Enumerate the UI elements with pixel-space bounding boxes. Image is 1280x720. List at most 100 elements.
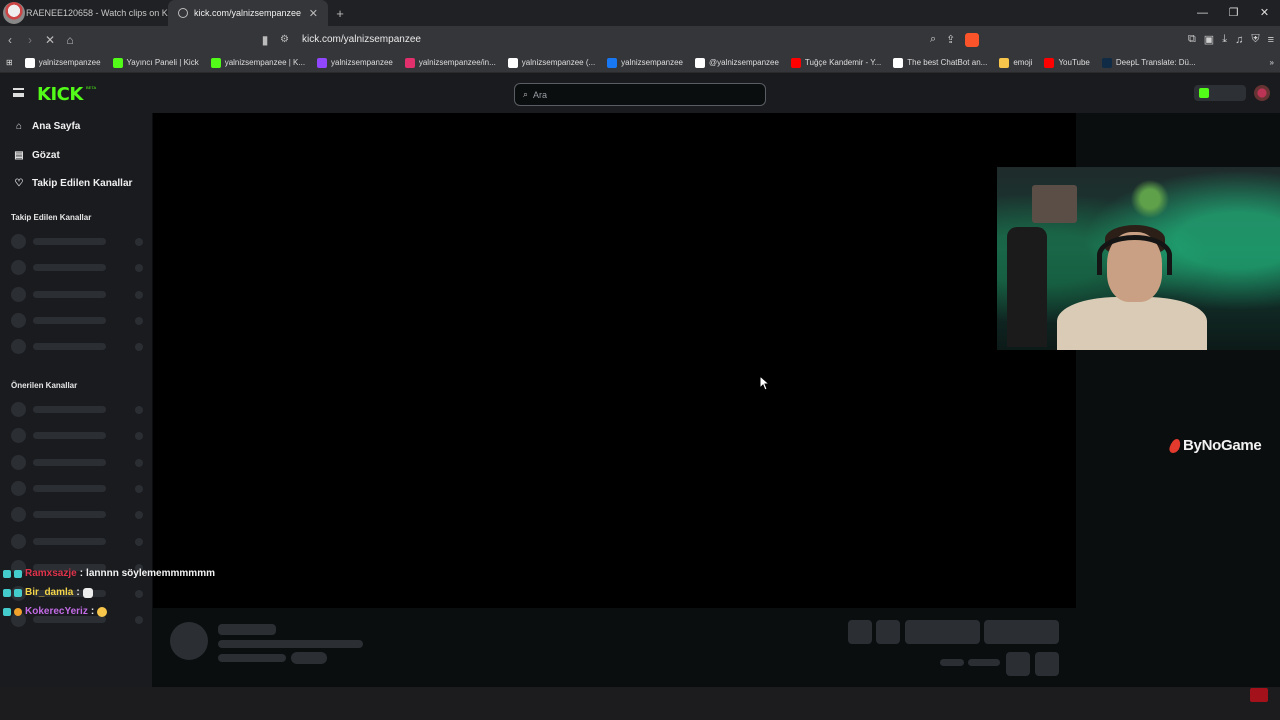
channel-skeleton-row: [11, 312, 143, 328]
channel-avatar-skeleton: [170, 622, 208, 660]
bookmark-item[interactable]: The best ChatBot an...: [887, 57, 993, 68]
chat-username: Ramxsazje: [25, 568, 77, 579]
chatbot-icon: [893, 57, 904, 68]
window-controls: — ❐ ✕: [1187, 0, 1280, 26]
chat-badge-icon: [3, 607, 11, 616]
chat-text: lannnn söylememmmmmm: [86, 568, 215, 579]
shelf: [1032, 185, 1077, 223]
nav-browse[interactable]: ▤ Gözat: [14, 150, 60, 161]
bookmark-item[interactable]: yalnizsempanzee (...: [502, 57, 601, 68]
forward-icon[interactable]: ›: [20, 33, 40, 47]
streamer-jacket: [1057, 297, 1207, 350]
chat-message: Ramxsazje : lannnn söylememmmmmm: [3, 564, 215, 583]
chat-message: KokerecYeriz :: [3, 602, 215, 621]
url-text: kick.com/yalnizsempanzee: [302, 34, 421, 45]
bookmark-item[interactable]: yalnizsempanzee | K...: [205, 57, 311, 68]
bookmark-item[interactable]: @yalnizsempanzee: [689, 57, 785, 68]
home-button-icon[interactable]: ⌂: [60, 33, 80, 47]
bookmark-item[interactable]: yalnizsempanzee: [601, 57, 689, 68]
bookmark-item[interactable]: Tuğçe Kandemir - Y...: [785, 57, 887, 68]
bookmark-label: emoji: [1013, 58, 1033, 67]
globe-icon: [178, 8, 188, 18]
brave-shields-icon[interactable]: [965, 32, 980, 47]
kick-logo[interactable]: KICK: [37, 84, 83, 105]
chat-badge-icon: [3, 569, 11, 578]
toolbar-right: ⧉ ▣ ⤓ ♫ ⛨ ≡: [1188, 26, 1274, 53]
plant: [1125, 179, 1175, 219]
sponsor-logo: ByNoGame: [1168, 437, 1262, 454]
bookmark-label: yalnizsempanzee/in...: [418, 58, 496, 67]
media-icon[interactable]: ♫: [1235, 34, 1243, 46]
user-avatar[interactable]: [1254, 85, 1270, 101]
bookmark-label: @yalnizsempanzee: [708, 58, 779, 67]
sidebar-toggle-icon[interactable]: ▣: [1204, 33, 1214, 46]
close-tab-icon[interactable]: ✕: [309, 7, 318, 20]
site-settings-icon[interactable]: ⚙: [280, 34, 302, 45]
kick-icon: [210, 57, 221, 68]
channel-skeleton-row: [11, 260, 143, 276]
skeleton-bar: [218, 654, 286, 662]
search-input[interactable]: ⌕ Ara: [514, 83, 766, 106]
share-icon[interactable]: ⇪: [946, 33, 955, 46]
search-icon: ⌕: [523, 89, 529, 99]
new-tab-button[interactable]: +: [328, 6, 352, 21]
more-bookmarks-icon[interactable]: »: [1264, 58, 1280, 67]
chat-badge-icon: [14, 607, 22, 616]
hand-emoji-icon: [82, 587, 93, 598]
hamburger-menu-icon[interactable]: [13, 88, 24, 97]
chat-username: Bir_damla: [25, 587, 74, 598]
channel-skeleton-row: [11, 339, 143, 355]
tab-clips[interactable]: RAENEE120658 - Watch clips on Kic: [0, 0, 168, 26]
chat-username: KokerecYeriz: [25, 606, 88, 617]
channel-skeleton-row: [11, 533, 143, 549]
nav-label: Gözat: [32, 150, 60, 161]
skeleton-button: [905, 620, 980, 644]
video-player[interactable]: [153, 113, 1076, 608]
bookmark-item[interactable]: yalnizsempanzee/in...: [399, 57, 502, 68]
window-close-button[interactable]: ✕: [1249, 0, 1280, 26]
tab-kick[interactable]: kick.com/yalnizsempanzee ✕: [168, 0, 328, 26]
nav-home[interactable]: ⌂ Ana Sayfa: [14, 121, 80, 132]
bookmark-icon[interactable]: ▮: [255, 33, 275, 47]
channel-skeleton-row: [11, 428, 143, 444]
stop-loading-icon[interactable]: ✕: [40, 33, 60, 47]
back-icon[interactable]: ‹: [0, 33, 20, 47]
search-placeholder: Ara: [533, 89, 548, 100]
extensions-icon[interactable]: ⧉: [1188, 33, 1196, 46]
bottom-strip: [0, 687, 1280, 720]
bookmark-label: yalnizsempanzee: [621, 58, 683, 67]
bookmark-item[interactable]: emoji: [993, 57, 1038, 68]
nav-following[interactable]: ♡ Takip Edilen Kanallar: [14, 178, 133, 189]
profile-avatar[interactable]: [3, 2, 25, 24]
headset: [1097, 235, 1172, 275]
facebook-icon: [607, 57, 618, 68]
sidebar: ⌂ Ana Sayfa ▤ Gözat ♡ Takip Edilen Kanal…: [0, 113, 152, 720]
bookmark-item[interactable]: DeepL Translate: Dü...: [1096, 57, 1202, 68]
tab-title: kick.com/yalnizsempanzee: [194, 8, 302, 18]
channel-skeleton-row: [11, 402, 143, 417]
url-field[interactable]: ⚙ kick.com/yalnizsempanzee: [280, 30, 1000, 49]
bookmark-label: yalnizsempanzee (...: [521, 58, 596, 67]
bookmark-item[interactable]: yalnizsempanzee: [311, 57, 399, 68]
zoom-icon[interactable]: ⌕: [930, 33, 936, 46]
vpn-icon[interactable]: ⛨: [1251, 33, 1259, 46]
download-icon[interactable]: ⤓: [1222, 33, 1227, 46]
restore-button[interactable]: ❐: [1218, 0, 1249, 26]
chat-badge-icon: [14, 569, 22, 578]
bookmarks-bar: ⊞ yalnizsempanzee Yayıncı Paneli | Kick ya…: [0, 53, 1280, 73]
channel-skeleton-row: [11, 234, 143, 249]
minimize-button[interactable]: —: [1187, 0, 1218, 26]
emoji-icon: [999, 57, 1010, 68]
sponsor-name: ByNoGame: [1183, 437, 1262, 454]
apps-grid-icon[interactable]: ⊞: [0, 58, 19, 67]
bookmark-label: yalnizsempanzee: [331, 58, 393, 67]
bookmark-label: Yayıncı Paneli | Kick: [126, 58, 199, 67]
bookmark-item[interactable]: Yayıncı Paneli | Kick: [107, 57, 205, 68]
bookmark-item[interactable]: YouTube: [1038, 57, 1095, 68]
bookmark-item[interactable]: yalnizsempanzee: [19, 57, 107, 68]
bookmark-label: Tuğçe Kandemir - Y...: [804, 58, 882, 67]
skeleton-button: [984, 620, 1059, 644]
skeleton-bar: [940, 659, 964, 666]
menu-icon[interactable]: ≡: [1268, 34, 1274, 46]
creator-dashboard-button[interactable]: [1194, 85, 1246, 101]
